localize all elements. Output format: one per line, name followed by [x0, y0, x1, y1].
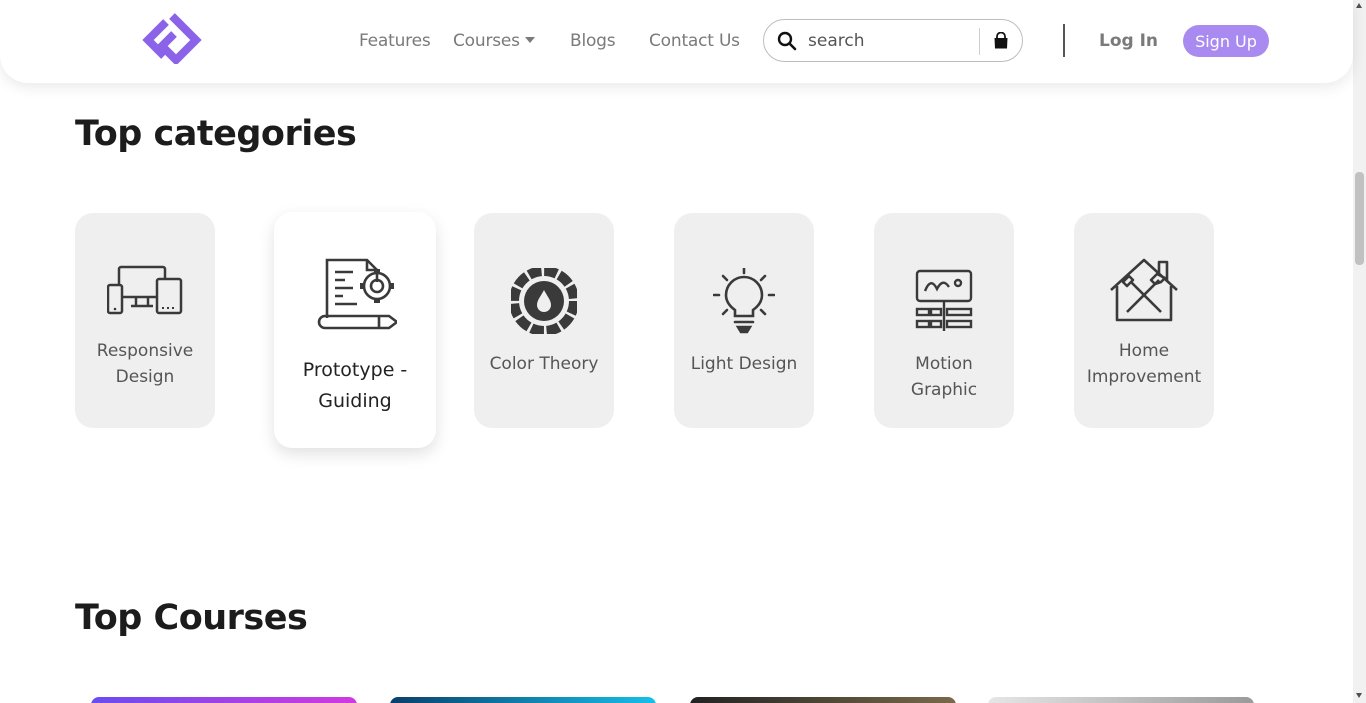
- course-card-thumbnail[interactable]: [91, 697, 357, 703]
- signup-button[interactable]: Sign Up: [1183, 25, 1269, 57]
- login-link[interactable]: Log In: [1099, 31, 1158, 51]
- course-card-thumbnail[interactable]: [988, 697, 1254, 703]
- search-bar: [763, 19, 1023, 62]
- top-categories-heading: Top categories: [75, 114, 357, 154]
- light-bulb-icon: [713, 268, 775, 334]
- site-header: Features Courses Blogs Contact Us Log In…: [0, 0, 1353, 83]
- brand-logo[interactable]: [140, 12, 206, 64]
- scrollbar-thumb[interactable]: [1355, 172, 1364, 265]
- scroll-down-arrow-icon[interactable]: [1356, 693, 1362, 698]
- nav-courses[interactable]: Courses: [453, 31, 535, 51]
- page-scrollbar[interactable]: [1353, 0, 1366, 703]
- category-label: Responsive Design: [96, 341, 194, 387]
- category-card-home-improvement[interactable]: Home Improvement: [1074, 213, 1214, 428]
- header-divider: [1063, 24, 1065, 57]
- category-card-motion-graphic[interactable]: Motion Graphic: [874, 213, 1014, 428]
- devices-icon: [107, 265, 183, 315]
- home-tools-icon: [1110, 258, 1178, 322]
- nav-features[interactable]: Features: [359, 31, 431, 51]
- caret-down-icon: [524, 37, 535, 43]
- category-label: Home Improvement: [1086, 341, 1202, 387]
- search-icon[interactable]: [777, 31, 797, 51]
- shopping-bag-icon[interactable]: [992, 32, 1010, 50]
- color-wheel-icon: [511, 268, 577, 334]
- top-courses-heading: Top Courses: [75, 598, 308, 638]
- nav-courses-label: Courses: [453, 31, 520, 51]
- category-card-prototype-guiding[interactable]: Prototype - Guiding: [274, 212, 436, 448]
- category-label: Color Theory: [489, 354, 599, 374]
- category-card-responsive-design[interactable]: Responsive Design: [75, 213, 215, 428]
- motion-graphic-icon: [915, 269, 973, 331]
- scroll-up-arrow-icon[interactable]: [1356, 3, 1362, 8]
- nav-contact[interactable]: Contact Us: [649, 31, 740, 51]
- category-label: Light Design: [690, 354, 798, 374]
- category-card-color-theory[interactable]: Color Theory: [474, 213, 614, 428]
- prototype-gear-icon: [317, 258, 397, 330]
- course-card-thumbnail[interactable]: [690, 697, 956, 703]
- course-card-thumbnail[interactable]: [390, 697, 656, 703]
- search-input[interactable]: [808, 28, 978, 54]
- search-divider: [979, 28, 980, 55]
- category-label: Prototype - Guiding: [302, 359, 408, 412]
- nav-blogs[interactable]: Blogs: [570, 31, 616, 51]
- category-label: Motion Graphic: [910, 354, 978, 400]
- category-card-light-design[interactable]: Light Design: [674, 213, 814, 428]
